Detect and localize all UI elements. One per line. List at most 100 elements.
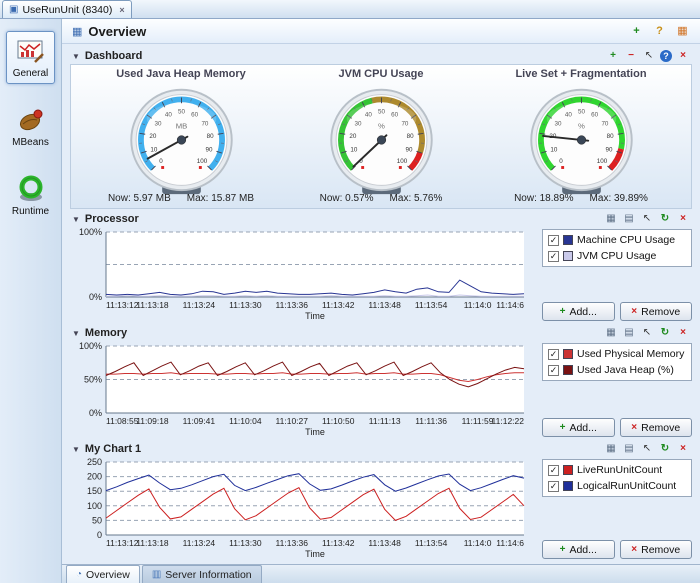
sidebar-item-runtime[interactable]: Runtime (5, 169, 56, 222)
svg-text:11:13:36: 11:13:36 (276, 300, 309, 310)
svg-text:11:11:13: 11:11:13 (369, 416, 401, 426)
svg-text:11:14:0: 11:14:0 (464, 538, 492, 548)
sidebar-item-general[interactable]: General (6, 31, 56, 84)
table-icon[interactable]: ▦ (604, 212, 618, 226)
pointer-icon[interactable]: ↖ (640, 326, 654, 340)
add-attribute-button[interactable]: + Add... (542, 302, 615, 321)
svg-text:90: 90 (405, 146, 412, 153)
help-icon[interactable]: ? (660, 50, 672, 62)
overview-content: ▼ Dashboard + − ↖ ? × Used Java Heap Mem… (62, 44, 700, 564)
svg-text:0%: 0% (89, 408, 102, 418)
refresh-icon[interactable]: ↻ (658, 326, 672, 340)
server-tab-icon: ▥ (152, 569, 161, 580)
overview-page-icon: ▦ (72, 25, 82, 38)
gauge-heap: Used Java Heap Memory 010203040506070809… (81, 68, 281, 206)
close-section-icon[interactable]: × (676, 442, 690, 456)
help-icon[interactable]: ? (652, 24, 667, 39)
svg-text:11:13:18: 11:13:18 (136, 300, 169, 310)
table-icon[interactable]: ▦ (604, 326, 618, 340)
heap-gauge: 0102030405060708090100MB (109, 82, 254, 196)
legend-color-swatch (563, 235, 573, 245)
legend-item: ✓LogicalRunUnitCount (548, 480, 686, 492)
svg-text:10: 10 (150, 146, 157, 153)
section-title: Dashboard (85, 50, 142, 62)
editor-tab-label: UseRunUnit (8340) (22, 4, 112, 16)
close-section-icon[interactable]: × (676, 49, 690, 63)
svg-text:0: 0 (159, 158, 163, 165)
legend-box: ✓LiveRunUnitCount✓LogicalRunUnitCount (542, 459, 692, 497)
my-chart-header: ▼ My Chart 1 ▦ ▤ ↖ ↻ × (70, 441, 692, 457)
tab-server-information[interactable]: ▥ Server Information (142, 565, 262, 583)
pointer-icon[interactable]: ↖ (640, 442, 654, 456)
svg-text:11:13:54: 11:13:54 (415, 538, 448, 548)
close-tab-icon[interactable]: × (119, 5, 124, 15)
table-alt-icon[interactable]: ▤ (622, 212, 636, 226)
remove-gauge-icon[interactable]: − (624, 49, 638, 63)
add-chart-icon[interactable]: + (629, 24, 644, 39)
remove-attribute-button[interactable]: × Remove (620, 418, 693, 437)
remove-icon: × (631, 545, 637, 555)
svg-text:100: 100 (396, 158, 407, 165)
close-section-icon[interactable]: × (676, 212, 690, 226)
refresh-icon[interactable]: ↻ (658, 212, 672, 226)
refresh-icon[interactable]: ↻ (658, 442, 672, 456)
section-title: Processor (85, 213, 139, 225)
page-title: Overview (88, 24, 146, 39)
sidebar-item-label: General (13, 68, 49, 79)
add-gauge-icon[interactable]: + (606, 49, 620, 63)
layout-icon[interactable]: ▦ (675, 24, 690, 39)
svg-text:Time: Time (305, 311, 325, 321)
mission-control-window: ▣ UseRunUnit (8340) × General (0, 0, 700, 583)
remove-icon: × (631, 307, 637, 317)
collapse-icon[interactable]: ▼ (72, 445, 80, 454)
table-alt-icon[interactable]: ▤ (622, 442, 636, 456)
table-icon[interactable]: ▦ (604, 442, 618, 456)
svg-text:10: 10 (350, 146, 357, 153)
svg-text:11:10:27: 11:10:27 (276, 416, 309, 426)
pointer-icon[interactable]: ↖ (640, 212, 654, 226)
add-attribute-button[interactable]: + Add... (542, 540, 615, 559)
svg-text:20: 20 (349, 133, 356, 140)
collapse-icon[interactable]: ▼ (72, 329, 80, 338)
svg-text:100%: 100% (79, 341, 102, 351)
svg-text:80: 80 (206, 133, 213, 140)
svg-text:11:13:30: 11:13:30 (229, 538, 262, 548)
general-chart-icon (15, 36, 45, 66)
svg-text:11:12:22: 11:12:22 (492, 416, 525, 426)
editor-tab-userununit[interactable]: ▣ UseRunUnit (8340) × (2, 0, 132, 18)
svg-text:Time: Time (305, 427, 325, 437)
remove-attribute-button[interactable]: × Remove (620, 302, 693, 321)
svg-text:90: 90 (205, 146, 212, 153)
add-icon: + (560, 545, 566, 555)
svg-text:0%: 0% (89, 292, 102, 302)
legend-color-swatch (563, 465, 573, 475)
table-alt-icon[interactable]: ▤ (622, 326, 636, 340)
svg-text:11:13:42: 11:13:42 (322, 300, 355, 310)
legend-checkbox[interactable]: ✓ (548, 349, 559, 360)
legend-checkbox[interactable]: ✓ (548, 465, 559, 476)
remove-attribute-button[interactable]: × Remove (620, 540, 693, 559)
legend-checkbox[interactable]: ✓ (548, 235, 559, 246)
dashboard-section: ▼ Dashboard + − ↖ ? × Used Java Heap Mem… (70, 48, 692, 209)
sidebar-item-mbeans[interactable]: MBeans (5, 100, 56, 153)
legend-checkbox[interactable]: ✓ (548, 251, 559, 262)
tab-overview[interactable]: ◔ Overview (66, 565, 140, 583)
gauge-now-value: Now: 0.57% (320, 193, 374, 206)
legend-item-label: Machine CPU Usage (577, 234, 675, 246)
collapse-icon[interactable]: ▼ (72, 52, 80, 61)
add-attribute-button[interactable]: + Add... (542, 418, 615, 437)
svg-text:50%: 50% (84, 375, 102, 385)
collapse-icon[interactable]: ▼ (72, 215, 80, 224)
legend-checkbox[interactable]: ✓ (548, 365, 559, 376)
gauge-title: Used Java Heap Memory (116, 68, 246, 82)
section-title: My Chart 1 (85, 443, 141, 455)
svg-text:50: 50 (92, 515, 102, 525)
pointer-icon[interactable]: ↖ (642, 49, 656, 63)
close-section-icon[interactable]: × (676, 326, 690, 340)
legend-checkbox[interactable]: ✓ (548, 481, 559, 492)
legend-box: ✓Machine CPU Usage✓JVM CPU Usage (542, 229, 692, 267)
gauge-max-value: Max: 15.87 MB (187, 193, 254, 206)
svg-text:10: 10 (550, 146, 557, 153)
memory-chart: 100%50%0%11:08:5511:09:1811:09:4111:10:0… (70, 341, 534, 439)
svg-text:0: 0 (97, 530, 102, 540)
